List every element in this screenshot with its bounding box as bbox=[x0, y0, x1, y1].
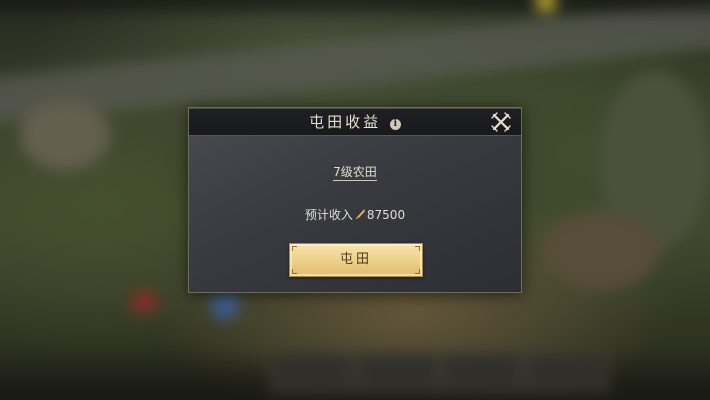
dialog-header: 屯田收益 i bbox=[189, 108, 521, 136]
farm-confirm-label: 屯田 bbox=[339, 252, 372, 267]
farmland-level-label: 7级农田 bbox=[189, 164, 521, 181]
expected-income-row: 预计收入 87500 bbox=[189, 207, 521, 223]
button-corner-ornament bbox=[292, 269, 297, 274]
info-icon[interactable]: i bbox=[389, 119, 401, 130]
close-icon bbox=[491, 112, 511, 132]
button-corner-ornament bbox=[292, 246, 297, 251]
game-screen: 屯田收益 i 7级农田 预计收入 87500 屯田 bbox=[0, 0, 710, 400]
farm-income-dialog: 屯田收益 i 7级农田 预计收入 87500 屯田 bbox=[188, 107, 522, 293]
button-corner-ornament bbox=[415, 269, 420, 274]
expected-income-label: 预计收入 bbox=[304, 208, 353, 222]
grain-icon bbox=[355, 209, 365, 220]
expected-income-value: 87500 bbox=[366, 208, 406, 222]
farm-confirm-button[interactable]: 屯田 bbox=[289, 243, 423, 277]
close-button[interactable] bbox=[489, 110, 513, 134]
button-corner-ornament bbox=[415, 246, 420, 251]
dialog-title: 屯田收益 i bbox=[189, 112, 521, 132]
dialog-title-text: 屯田收益 bbox=[309, 113, 382, 131]
farmland-level-text: 7级农田 bbox=[333, 165, 377, 181]
